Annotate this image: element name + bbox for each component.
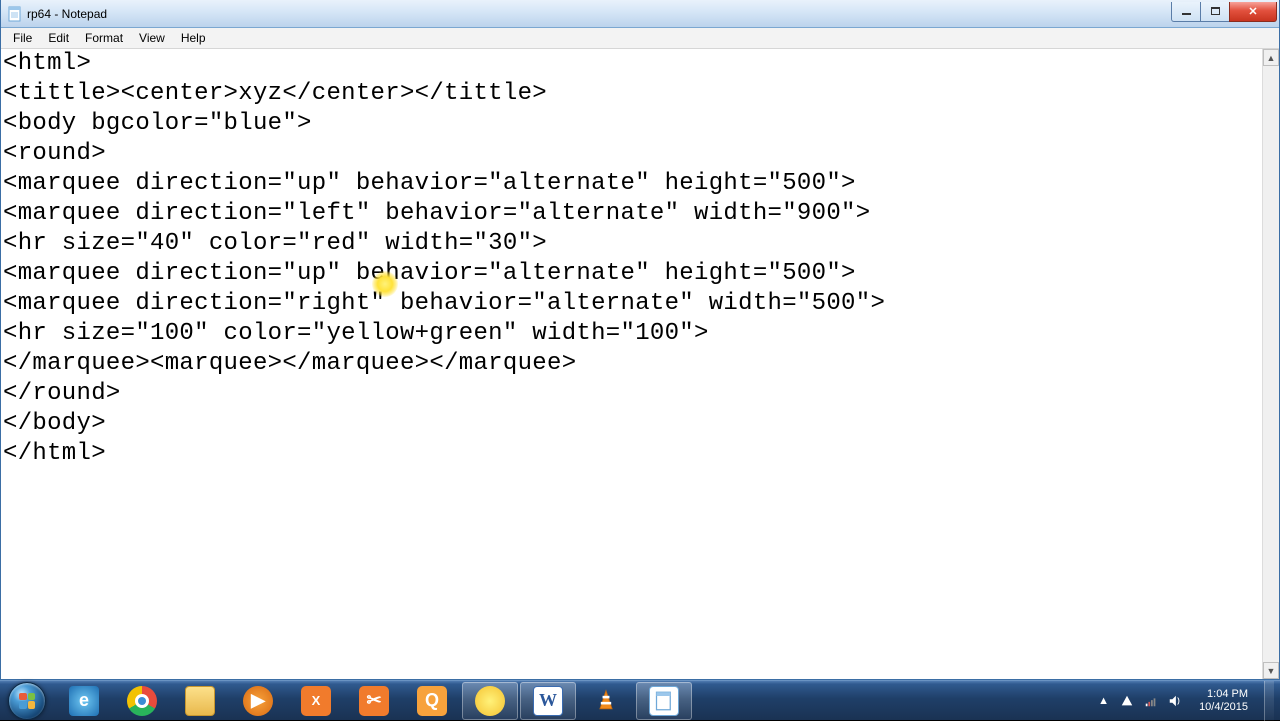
scroll-down-button[interactable]: ▼	[1263, 662, 1279, 679]
menu-format[interactable]: Format	[77, 28, 131, 48]
minimize-button[interactable]	[1171, 2, 1201, 22]
clock[interactable]: 1:04 PM 10/4/2015	[1193, 688, 1254, 714]
action-center-icon[interactable]	[1119, 693, 1135, 709]
editor-area: <html> <tittle><center>xyz</center></tit…	[1, 49, 1279, 679]
taskbar-item-chrome[interactable]	[114, 682, 170, 720]
menu-view[interactable]: View	[131, 28, 173, 48]
taskbar-item-snip[interactable]: ✂	[346, 682, 402, 720]
taskbar-item-word[interactable]: W	[520, 682, 576, 720]
clock-date: 10/4/2015	[1199, 701, 1248, 714]
volume-icon[interactable]	[1167, 693, 1183, 709]
window-title: rp64 - Notepad	[27, 7, 107, 21]
taskbar-item-vlc[interactable]	[578, 682, 634, 720]
show-hidden-icons-button[interactable]: ▲	[1098, 695, 1109, 707]
window-controls: ✕	[1172, 2, 1277, 22]
notepad-icon	[7, 6, 23, 22]
taskbar-item-notepad[interactable]	[636, 682, 692, 720]
clock-time: 1:04 PM	[1207, 688, 1248, 701]
taskbar-item-xampp[interactable]: X	[288, 682, 344, 720]
vertical-scrollbar[interactable]: ▲ ▼	[1262, 49, 1279, 679]
close-button[interactable]: ✕	[1229, 2, 1277, 22]
taskbar-items: e ▶ X ✂ Q W	[56, 682, 692, 720]
show-desktop-button[interactable]	[1264, 681, 1274, 721]
menu-file[interactable]: File	[5, 28, 40, 48]
menu-edit[interactable]: Edit	[40, 28, 77, 48]
notepad-window: rp64 - Notepad ✕ File Edit Format View H…	[0, 0, 1280, 680]
scroll-track[interactable]	[1263, 66, 1279, 662]
network-icon[interactable]	[1143, 693, 1159, 709]
taskbar-item-ie[interactable]: e	[56, 682, 112, 720]
scroll-up-button[interactable]: ▲	[1263, 49, 1279, 66]
taskbar: e ▶ X ✂ Q W ▲ 1:04 PM 10/4/2015	[0, 680, 1280, 720]
titlebar[interactable]: rp64 - Notepad ✕	[1, 0, 1279, 28]
maximize-button[interactable]	[1200, 2, 1230, 22]
text-editor[interactable]: <html> <tittle><center>xyz</center></tit…	[1, 49, 1262, 679]
taskbar-item-wmp[interactable]: ▶	[230, 682, 286, 720]
menu-help[interactable]: Help	[173, 28, 214, 48]
taskbar-item-app-orange[interactable]: Q	[404, 682, 460, 720]
start-button[interactable]	[0, 681, 54, 721]
taskbar-item-cursor-app[interactable]	[462, 682, 518, 720]
menubar: File Edit Format View Help	[1, 28, 1279, 49]
system-tray: ▲ 1:04 PM 10/4/2015	[1098, 681, 1276, 721]
taskbar-item-explorer[interactable]	[172, 682, 228, 720]
